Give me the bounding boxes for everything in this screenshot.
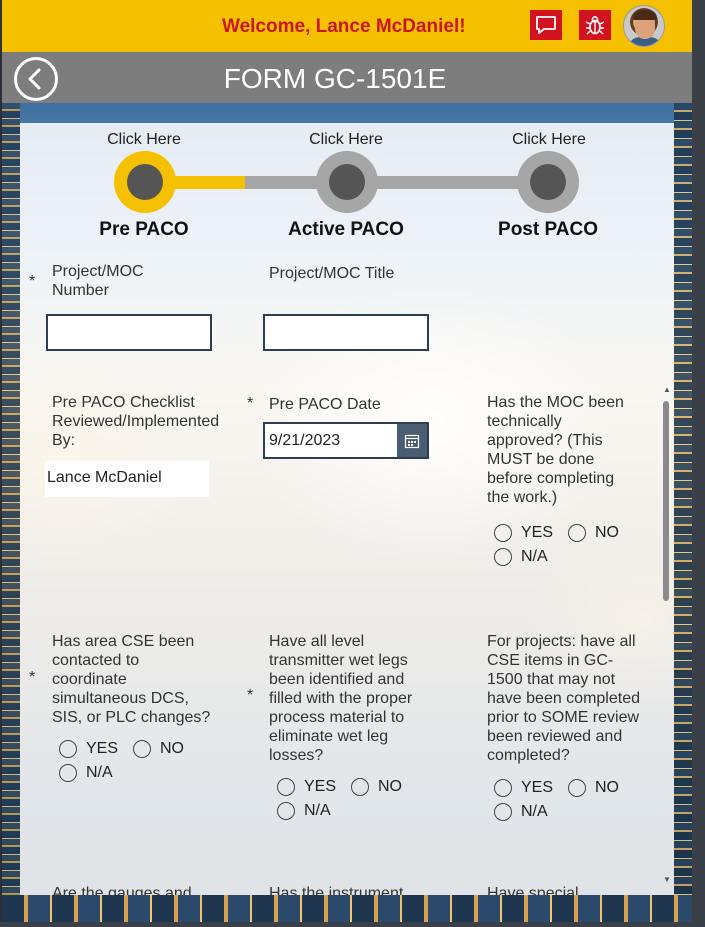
chat-icon bbox=[536, 16, 556, 34]
step-pre-paco[interactable] bbox=[114, 151, 176, 213]
step-active-click-label[interactable]: Click Here bbox=[286, 131, 406, 149]
wet-legs-yes[interactable]: YES bbox=[277, 778, 336, 796]
special-label: Have special bbox=[487, 885, 579, 895]
step-active-paco[interactable] bbox=[316, 151, 378, 213]
step-pre-paco-label: Pre PACO bbox=[99, 219, 189, 240]
step-connector-pending bbox=[245, 176, 550, 189]
scroll-down-icon[interactable]: ▼ bbox=[663, 875, 671, 884]
project-title-label: Project/MOC Title bbox=[269, 265, 395, 282]
header-bar: Welcome, Lance McDaniel! bbox=[2, 0, 692, 52]
scroll-up-icon[interactable]: ▲ bbox=[663, 385, 671, 394]
report-bug-button[interactable] bbox=[579, 10, 611, 40]
moc-approved-no[interactable]: NO bbox=[568, 524, 619, 542]
title-bar: FORM GC-1501E bbox=[2, 52, 692, 103]
window-frame-bottom bbox=[0, 922, 705, 927]
form-scrollbar[interactable]: ▲ ▼ bbox=[660, 383, 672, 888]
step-post-click-label[interactable]: Click Here bbox=[489, 131, 609, 149]
wet-legs-no[interactable]: NO bbox=[351, 778, 402, 796]
step-post-paco[interactable] bbox=[517, 151, 579, 213]
pre-paco-date-picker[interactable]: 9/21/2023 bbox=[263, 422, 429, 459]
project-number-label: Project/MOC Number bbox=[52, 263, 144, 299]
background-image-left bbox=[2, 103, 20, 925]
form-title: FORM GC-1501E bbox=[223, 63, 447, 94]
step-pre-click-label[interactable]: Click Here bbox=[84, 131, 204, 149]
cse-items-no[interactable]: NO bbox=[568, 779, 619, 797]
required-marker: * bbox=[29, 273, 36, 290]
reviewed-by-value: Lance McDaniel bbox=[45, 461, 209, 497]
bug-icon bbox=[585, 16, 605, 35]
step-post-paco-label: Post PACO bbox=[498, 219, 598, 240]
required-marker: * bbox=[247, 395, 254, 412]
cse-items-yes[interactable]: YES bbox=[494, 779, 553, 797]
background-image-bottom bbox=[2, 895, 692, 925]
cse-items-na[interactable]: N/A bbox=[494, 803, 548, 821]
instrument-label: Has the instrument bbox=[269, 885, 404, 895]
pre-paco-date-value: 9/21/2023 bbox=[269, 432, 341, 449]
calendar-button[interactable] bbox=[397, 424, 427, 457]
gauges-label: Are the gauges and bbox=[52, 885, 192, 895]
user-avatar[interactable] bbox=[623, 5, 665, 47]
moc-approved-label: Has the MOC been technically approved? (… bbox=[487, 394, 624, 506]
moc-approved-na[interactable]: N/A bbox=[494, 548, 548, 566]
cse-items-label: For projects: have all CSE items in GC-1… bbox=[487, 633, 640, 764]
scroll-thumb[interactable] bbox=[663, 401, 669, 601]
calendar-icon bbox=[404, 434, 420, 448]
project-title-input[interactable] bbox=[263, 314, 429, 351]
window-frame bbox=[692, 0, 705, 927]
area-cse-label: Has area CSE been contacted to coordinat… bbox=[52, 633, 211, 726]
feedback-button[interactable] bbox=[530, 10, 562, 40]
form-panel: Click Here Click Here Click Here Pre PAC… bbox=[20, 123, 674, 895]
wet-legs-na[interactable]: N/A bbox=[277, 802, 331, 820]
area-cse-no[interactable]: NO bbox=[133, 740, 184, 758]
required-marker: * bbox=[29, 669, 36, 686]
area-cse-yes[interactable]: YES bbox=[59, 740, 118, 758]
welcome-text: Welcome, Lance McDaniel! bbox=[222, 16, 466, 37]
required-marker: * bbox=[247, 687, 254, 704]
moc-approved-yes[interactable]: YES bbox=[494, 524, 553, 542]
project-number-input[interactable] bbox=[46, 314, 212, 351]
step-active-paco-label: Active PACO bbox=[288, 219, 404, 240]
background-image-right bbox=[674, 103, 692, 925]
pre-paco-date-label: Pre PACO Date bbox=[269, 396, 381, 413]
app-window: Welcome, Lance McDaniel! FORM GC-1501E C… bbox=[0, 0, 705, 927]
reviewed-by-label: Pre PACO Checklist Reviewed/Implemented … bbox=[52, 394, 220, 449]
wet-legs-label: Have all level transmitter wet legs been… bbox=[269, 633, 413, 764]
step-connector-done bbox=[170, 176, 245, 189]
area-cse-na[interactable]: N/A bbox=[59, 764, 113, 782]
